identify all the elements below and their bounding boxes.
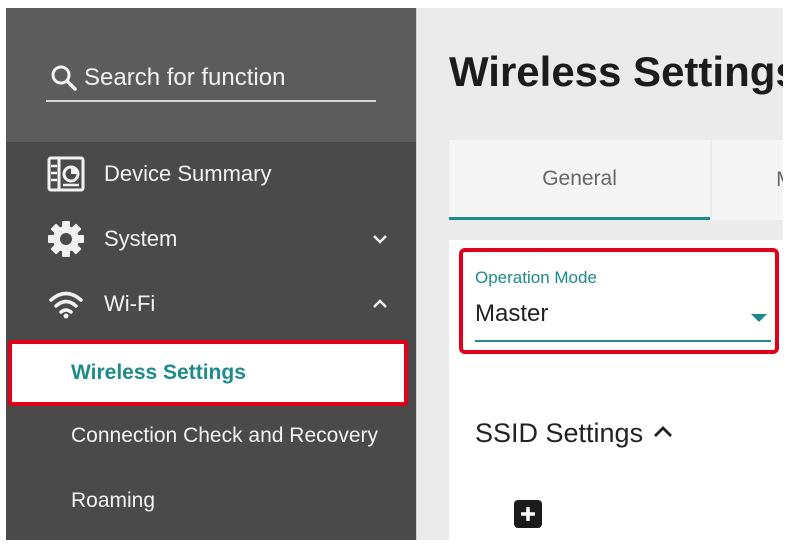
ssid-settings-title: SSID Settings [475,418,644,448]
operation-mode-value: Master [475,300,549,327]
wifi-icon [46,284,86,324]
sidebar: Search for function Device Summary Syste… [6,8,416,540]
sidebar-item-system[interactable]: System [6,207,416,271]
sidebar-item-label: Roaming [71,489,156,512]
sidebar-item-label: Wi-Fi [104,291,156,316]
sidebar-item-wireless-settings[interactable]: Wireless Settings [8,340,408,406]
tab-bar: General M [449,140,783,220]
page-title: Wireless Settings [449,48,783,95]
chevron-up-icon [653,425,673,443]
search-icon [51,65,77,91]
operation-mode-group: Operation Mode Master [459,248,779,354]
app-window: Search for function Device Summary Syste… [6,8,783,540]
chevron-up-icon[interactable] [370,294,390,314]
gear-icon [46,219,86,259]
plus-icon [521,507,535,521]
add-ssid-button[interactable] [514,500,542,528]
operation-mode-label: Operation Mode [475,268,597,287]
tab-next[interactable]: M [712,140,783,220]
chevron-down-icon[interactable] [370,229,390,249]
sidebar-item-roaming[interactable]: Roaming [6,469,416,533]
sidebar-item-connection-check-and-recovery[interactable]: Connection Check and Recovery [6,404,416,468]
dropdown-arrow-icon [751,314,767,322]
ssid-settings-header[interactable]: SSID Settings [475,418,673,449]
search-input[interactable]: Search for function [46,56,376,102]
sidebar-item-label: Wireless Settings [71,361,246,384]
main-content: Wireless Settings General M Operation Mo… [416,8,783,540]
sidebar-item-label: Device Summary [104,161,272,186]
sidebar-item-label: System [104,226,178,251]
sidebar-item-device-summary[interactable]: Device Summary [6,142,416,206]
settings-card: Operation Mode Master SSID Settings [449,240,783,540]
sidebar-item-label: Connection Check and Recovery [71,424,379,447]
operation-mode-select[interactable]: Master [475,292,771,342]
tab-general[interactable]: General [449,140,711,220]
device-summary-icon [46,154,86,194]
sidebar-header: Search for function [6,8,416,142]
sidebar-item-wifi[interactable]: Wi-Fi [6,272,416,336]
search-placeholder: Search for function [84,64,286,91]
